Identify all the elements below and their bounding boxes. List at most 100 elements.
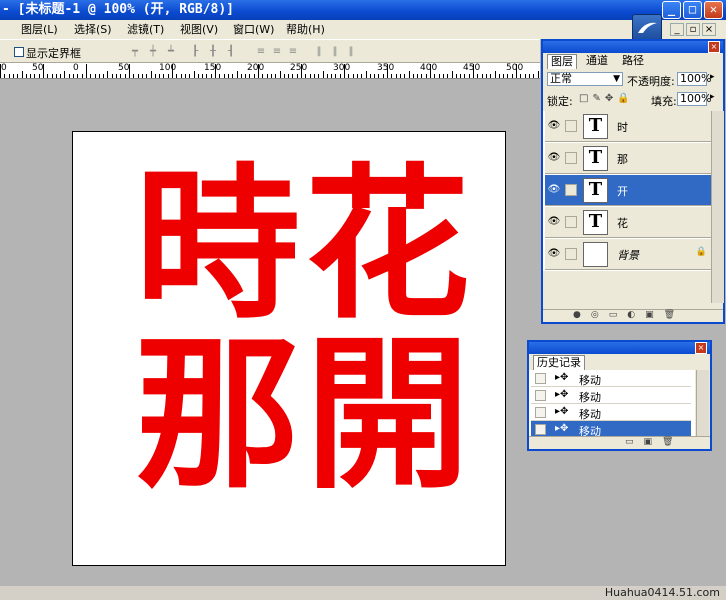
menu-window[interactable]: 窗口(W): [233, 20, 274, 39]
app-logo-icon: [632, 14, 662, 42]
distribute-hcenter-icon[interactable]: ‖: [328, 46, 342, 58]
ruler-tick: [378, 74, 379, 78]
distribute-bottom-icon[interactable]: ≡: [286, 46, 300, 58]
menu-select[interactable]: 选择(S): [74, 20, 112, 39]
blend-mode-select[interactable]: 正常 ▼: [547, 72, 623, 86]
link-box[interactable]: [565, 120, 577, 132]
align-vcenter-icon[interactable]: ┿: [146, 46, 160, 58]
ruler-tick: [90, 74, 91, 78]
history-scrollbar[interactable]: [696, 370, 709, 438]
ruler-label: 450: [463, 63, 481, 73]
snapshot-box[interactable]: [535, 407, 546, 418]
ruler-tick: [194, 71, 195, 78]
align-right-icon[interactable]: ┨: [224, 46, 238, 58]
link-box[interactable]: [565, 152, 577, 164]
layer-name: 那: [617, 153, 628, 166]
distribute-right-icon[interactable]: ‖: [344, 46, 358, 58]
tab-layers[interactable]: 图层: [547, 54, 577, 69]
menu-layer[interactable]: 图层(L): [21, 20, 58, 39]
menu-view[interactable]: 视图(V): [180, 20, 218, 39]
doc-close-button[interactable]: ×: [702, 23, 716, 36]
distribute-vcenter-icon[interactable]: ≡: [270, 46, 284, 58]
ruler-label: 0: [73, 63, 79, 73]
tab-paths[interactable]: 路径: [619, 54, 647, 68]
panel-close-icon[interactable]: ×: [708, 41, 720, 53]
eye-icon[interactable]: 👁: [547, 152, 561, 164]
history-item[interactable]: ▸✥ 移动: [531, 387, 691, 404]
background-thumb: [583, 242, 608, 267]
layer-row-selected[interactable]: 👁 T 开: [545, 175, 711, 206]
align-top-icon[interactable]: ┯: [128, 46, 142, 58]
blend-mode-value: 正常: [550, 72, 572, 85]
layer-name: 时: [617, 121, 628, 134]
ruler-label: 300: [333, 63, 351, 73]
layers-panel-footer: ●◎▭◐▣🗑: [543, 309, 723, 322]
ruler-tick: [181, 74, 182, 78]
tab-channels[interactable]: 通道: [583, 54, 611, 68]
history-item[interactable]: ▸✥ 移动: [531, 370, 691, 387]
ruler-tick: [404, 74, 405, 78]
align-bottom-icon[interactable]: ┷: [164, 46, 178, 58]
ruler-tick: [163, 74, 164, 78]
distribute-top-icon[interactable]: ≡: [254, 46, 268, 58]
menu-filter[interactable]: 滤镜(T): [127, 20, 164, 39]
document-canvas[interactable]: 時 花 那 開: [72, 131, 506, 566]
ruler-tick: [516, 64, 517, 78]
ruler-tick: [198, 74, 199, 78]
ruler-tick: [168, 74, 169, 78]
minimize-button[interactable]: _: [662, 1, 681, 19]
text-layer-thumb: T: [583, 178, 608, 203]
layer-row[interactable]: 👁 T 花: [545, 207, 711, 238]
layer-row[interactable]: 👁 T 时: [545, 111, 711, 142]
ruler-tick: [464, 74, 465, 78]
ruler-tick: [538, 71, 539, 78]
panel-close-icon[interactable]: ×: [695, 342, 707, 354]
canvas-char-na: 那: [135, 317, 300, 511]
maximize-button[interactable]: □: [683, 1, 702, 19]
ruler-tick: [284, 74, 285, 78]
ruler-tick: [292, 74, 293, 78]
close-button[interactable]: ✕: [704, 1, 723, 19]
fill-input[interactable]: 100%: [677, 92, 711, 106]
tab-history[interactable]: 历史记录: [533, 355, 585, 370]
ruler-tick: [133, 74, 134, 78]
layer-row-background[interactable]: 👁 背景 🔒: [545, 239, 711, 270]
fill-arrow-icon[interactable]: ▸: [710, 92, 715, 102]
align-hcenter-icon[interactable]: ╂: [206, 46, 220, 58]
ruler-tick: [249, 74, 250, 78]
ruler-tick: [297, 74, 298, 78]
eye-icon[interactable]: 👁: [547, 248, 561, 260]
link-box[interactable]: [565, 248, 577, 260]
layer-name: 背景: [617, 249, 639, 262]
doc-minimize-button[interactable]: _: [670, 23, 684, 36]
eye-icon[interactable]: 👁: [547, 120, 561, 132]
ruler-label: 200: [247, 63, 265, 73]
ruler-tick: [228, 74, 229, 78]
distribute-left-icon[interactable]: ‖: [312, 46, 326, 58]
ruler-tick: [64, 71, 65, 78]
align-left-icon[interactable]: ┠: [188, 46, 202, 58]
lock-icons[interactable]: □✎✥🔒: [579, 93, 634, 104]
ruler-tick: [473, 64, 474, 78]
layers-scrollbar[interactable]: [711, 111, 724, 303]
layer-row[interactable]: 👁 T 那: [545, 143, 711, 174]
snapshot-box[interactable]: [535, 390, 546, 401]
history-item[interactable]: ▸✥ 移动: [531, 404, 691, 421]
show-bounds-checkbox[interactable]: [14, 47, 24, 57]
ruler-tick: [151, 71, 152, 78]
eye-icon[interactable]: 👁: [547, 216, 561, 228]
menu-help[interactable]: 帮助(H): [286, 20, 325, 39]
doc-restore-button[interactable]: ▫: [686, 23, 700, 36]
ruler-tick: [396, 74, 397, 78]
opacity-arrow-icon[interactable]: ▸: [710, 72, 715, 82]
opacity-input[interactable]: 100%: [677, 72, 711, 86]
eye-icon[interactable]: 👁: [547, 184, 561, 196]
layer-action-icons[interactable]: ●◎▭◐▣🗑: [573, 310, 685, 320]
snapshot-box[interactable]: [535, 373, 546, 384]
snapshot-box[interactable]: [535, 424, 546, 435]
ruler-tick: [331, 74, 332, 78]
history-action-icons[interactable]: ▭▣🗑: [625, 437, 683, 447]
link-box[interactable]: [565, 216, 577, 228]
ruler-tick: [366, 71, 367, 78]
layers-panel-header: [543, 41, 723, 53]
